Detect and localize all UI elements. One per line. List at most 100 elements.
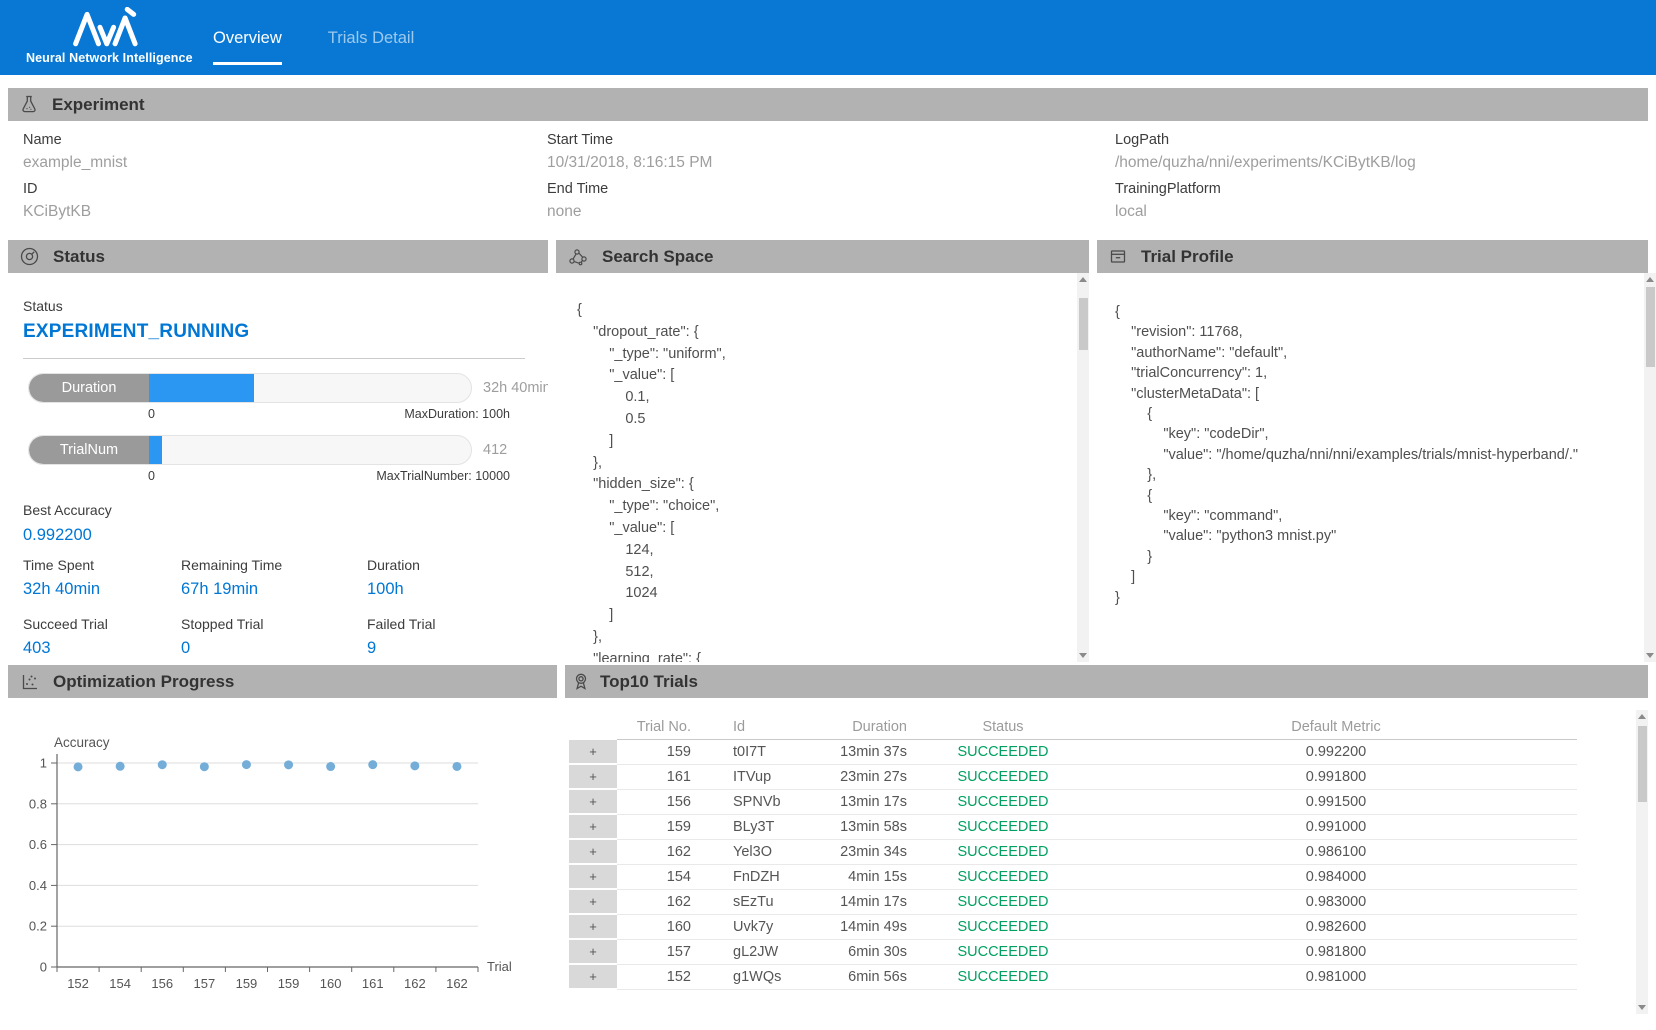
json-line: }, xyxy=(1115,465,1648,485)
json-line: 0.1, xyxy=(577,387,1089,409)
stat-succeed-trial: Succeed Trial403 xyxy=(23,616,181,658)
field-label: LogPath xyxy=(1115,132,1656,148)
stat-value: 403 xyxy=(23,639,181,658)
progress-bar-label: Duration xyxy=(29,374,149,402)
expand-button[interactable]: + xyxy=(569,915,617,940)
expand-button[interactable]: + xyxy=(569,965,617,990)
experiment-info: Nameexample_mnistIDKCiBytKBStart Time10/… xyxy=(0,119,1656,240)
status-cell: SUCCEEDED xyxy=(911,915,1095,940)
expand-button[interactable]: + xyxy=(569,940,617,965)
stat-time-spent: Time Spent32h 40min xyxy=(23,557,181,599)
tab-trials-detail[interactable]: Trials Detail xyxy=(328,28,415,48)
duration-cell: 4min 15s xyxy=(827,865,911,890)
expand-column-header xyxy=(569,714,617,740)
status-panel: Status Status EXPERIMENT_RUNNING Duratio… xyxy=(8,240,548,662)
stat-value: 9 xyxy=(367,639,533,658)
best-accuracy-value: 0.992200 xyxy=(23,526,533,545)
trial-id-cell: sEzTu xyxy=(697,890,827,915)
status-cell: SUCCEEDED xyxy=(911,765,1095,790)
scroll-thumb[interactable] xyxy=(1079,298,1088,350)
search-space-title: Search Space xyxy=(602,247,714,267)
stat-label: Time Spent xyxy=(23,557,181,573)
scatter-plot-icon xyxy=(20,673,39,691)
expand-button[interactable]: + xyxy=(569,865,617,890)
progress-bar-minmax: 0 MaxDuration: 100h xyxy=(148,407,510,421)
middle-row: Status Status EXPERIMENT_RUNNING Duratio… xyxy=(8,240,1648,662)
json-line: }, xyxy=(577,627,1089,649)
trial-id-cell: Uvk7y xyxy=(697,915,827,940)
expand-button[interactable]: + xyxy=(569,890,617,915)
status-cell: SUCCEEDED xyxy=(911,840,1095,865)
json-line: "dropout_rate": { xyxy=(577,322,1089,344)
nav-tabs: Overview Trials Detail xyxy=(213,28,414,48)
json-line: } xyxy=(1115,547,1648,567)
expand-button[interactable]: + xyxy=(569,740,617,765)
status-label: Status xyxy=(23,298,533,314)
top10-panel: Top10 Trials Trial No.IdDurationStatusDe… xyxy=(565,665,1648,1022)
tab-overview[interactable]: Overview xyxy=(213,28,282,48)
json-line: 0.5 xyxy=(577,409,1089,431)
expand-button[interactable]: + xyxy=(569,815,617,840)
data-point xyxy=(200,762,209,771)
trial-no-cell: 154 xyxy=(617,865,697,890)
status-cell: SUCCEEDED xyxy=(911,815,1095,840)
metric-cell: 0.991500 xyxy=(1095,790,1577,815)
data-point xyxy=(158,760,167,769)
col-header-status: Status xyxy=(911,714,1095,740)
progress-bar-track xyxy=(149,436,471,464)
expand-button[interactable]: + xyxy=(569,765,617,790)
field-label: Start Time xyxy=(547,132,1115,148)
trialnum-progress-row: TrialNum412 xyxy=(28,435,533,465)
scroll-up-arrow[interactable] xyxy=(1077,273,1089,287)
json-line: "_value": [ xyxy=(577,518,1089,540)
scroll-down-arrow[interactable] xyxy=(1077,648,1089,662)
progress-min: 0 xyxy=(148,469,155,483)
progress-bar-track xyxy=(149,374,471,402)
field-label: ID xyxy=(23,181,547,197)
trial-no-cell: 157 xyxy=(617,940,697,965)
table-row: +159BLy3T13min 58sSUCCEEDED0.991000 xyxy=(569,815,1577,840)
experiment-title: Experiment xyxy=(52,95,145,115)
experiment-column: Nameexample_mnistIDKCiBytKB xyxy=(23,132,547,240)
y-tick-label: 1 xyxy=(40,756,47,771)
progress-min: 0 xyxy=(148,407,155,421)
metric-cell: 0.984000 xyxy=(1095,865,1577,890)
json-line: ] xyxy=(577,431,1089,453)
progress-bar-fill xyxy=(149,436,162,464)
stat-value: 67h 19min xyxy=(181,580,367,599)
json-line: "hidden_size": { xyxy=(577,474,1089,496)
x-tick-label: 160 xyxy=(320,976,342,991)
top10-title: Top10 Trials xyxy=(600,672,698,692)
duration-cell: 13min 17s xyxy=(827,790,911,815)
data-point xyxy=(368,760,377,769)
x-tick-label: 159 xyxy=(236,976,258,991)
scroll-down-arrow[interactable] xyxy=(1636,1000,1648,1014)
duration-cell: 13min 58s xyxy=(827,815,911,840)
archive-box-icon xyxy=(1109,248,1127,265)
scroll-down-arrow[interactable] xyxy=(1644,648,1656,662)
field-value: example_mnist xyxy=(23,154,547,172)
expand-button[interactable]: + xyxy=(569,840,617,865)
json-line: "value": "python3 mnist.py" xyxy=(1115,526,1648,546)
expand-button[interactable]: + xyxy=(569,790,617,815)
scroll-thumb[interactable] xyxy=(1638,726,1647,802)
scroll-thumb[interactable] xyxy=(1646,287,1655,367)
scroll-up-arrow[interactable] xyxy=(1636,710,1648,724)
data-point xyxy=(452,762,461,771)
top10-scrollbar[interactable] xyxy=(1636,710,1648,1014)
trial-profile-title: Trial Profile xyxy=(1141,247,1234,267)
duration-cell: 23min 27s xyxy=(827,765,911,790)
metric-cell: 0.991800 xyxy=(1095,765,1577,790)
trial-id-cell: t0I7T xyxy=(697,740,827,765)
progress-max: MaxTrialNumber: 10000 xyxy=(376,469,510,483)
progress-max: MaxDuration: 100h xyxy=(404,407,510,421)
trial-id-cell: BLy3T xyxy=(697,815,827,840)
table-row: +156SPNVb13min 17sSUCCEEDED0.991500 xyxy=(569,790,1577,815)
trial-profile-scrollbar[interactable] xyxy=(1644,273,1656,662)
best-accuracy-label: Best Accuracy xyxy=(23,502,533,518)
trial-id-cell: ITVup xyxy=(697,765,827,790)
json-line: } xyxy=(1115,588,1648,608)
search-space-scrollbar[interactable] xyxy=(1077,273,1089,662)
scroll-up-arrow[interactable] xyxy=(1644,273,1656,287)
table-row: +161ITVup23min 27sSUCCEEDED0.991800 xyxy=(569,765,1577,790)
